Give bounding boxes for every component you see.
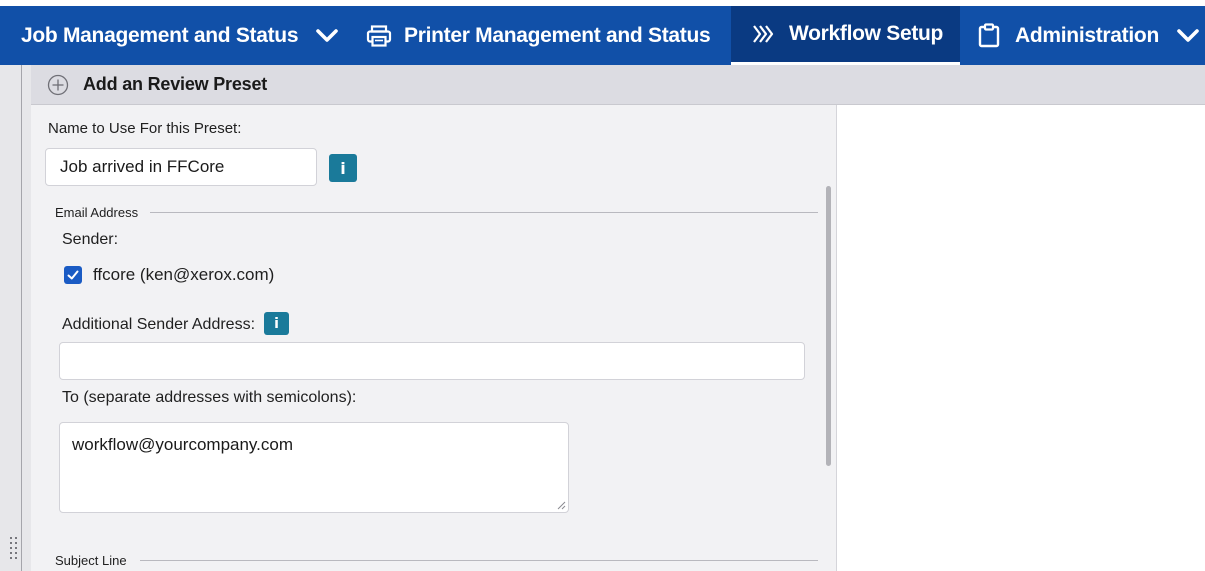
nav-administration[interactable]: Administration bbox=[960, 6, 1205, 65]
to-addresses-value: workflow@yourcompany.com bbox=[72, 435, 294, 454]
right-pane bbox=[837, 105, 1205, 571]
panel-header[interactable]: Add an Review Preset bbox=[31, 65, 1205, 105]
preset-name-label: Name to Use For this Preset: bbox=[48, 120, 242, 137]
chevron-down-icon bbox=[316, 28, 339, 42]
info-glyph: i bbox=[340, 158, 346, 178]
nav-workflow-setup-label: Workflow Setup bbox=[789, 22, 944, 45]
drag-handle-icon[interactable] bbox=[10, 537, 20, 563]
sender-checkbox[interactable] bbox=[64, 266, 82, 284]
nav-workflow-setup[interactable]: Workflow Setup bbox=[731, 6, 960, 65]
info-glyph: i bbox=[274, 315, 279, 332]
resize-handle-icon[interactable] bbox=[556, 500, 566, 510]
checkmark-icon bbox=[67, 270, 79, 280]
sender-label: Sender: bbox=[62, 231, 119, 248]
preset-name-input[interactable]: Job arrived in FFCore bbox=[45, 148, 317, 186]
preset-name-value: Job arrived in FFCore bbox=[60, 157, 225, 176]
email-section-legend: Email Address bbox=[55, 205, 139, 220]
info-icon[interactable]: i bbox=[264, 312, 289, 335]
nav-administration-label: Administration bbox=[1015, 23, 1159, 47]
additional-sender-label: Additional Sender Address: bbox=[62, 316, 256, 333]
gutter-divider bbox=[21, 65, 22, 571]
nav-job-management-label: Job Management and Status bbox=[21, 23, 299, 47]
plus-circle-icon[interactable] bbox=[47, 74, 69, 96]
info-icon[interactable]: i bbox=[329, 154, 357, 182]
subject-section-divider bbox=[140, 560, 818, 561]
panel-title: Add an Review Preset bbox=[83, 74, 268, 94]
subject-section-legend: Subject Line bbox=[55, 553, 127, 568]
form-scrollbar-thumb[interactable] bbox=[826, 186, 831, 466]
nav-printer-management-label: Printer Management and Status bbox=[404, 23, 711, 47]
left-gutter bbox=[0, 65, 31, 571]
printer-icon bbox=[366, 24, 392, 47]
to-addresses-textarea[interactable]: workflow@yourcompany.com bbox=[59, 422, 569, 513]
clipboard-icon bbox=[978, 22, 1000, 47]
top-navigation-bar: Job Management and Status Printer Manage… bbox=[0, 0, 1205, 65]
sender-option-label: ffcore (ken@xerox.com) bbox=[93, 265, 275, 284]
to-label: To (separate addresses with semicolons): bbox=[62, 389, 357, 406]
chevron-down-icon bbox=[1177, 28, 1199, 42]
workflow-chevrons-icon bbox=[753, 25, 774, 43]
email-section-divider bbox=[150, 212, 818, 213]
nav-job-management[interactable]: Job Management and Status bbox=[0, 6, 350, 65]
additional-sender-input[interactable] bbox=[59, 342, 805, 380]
nav-printer-management[interactable]: Printer Management and Status bbox=[350, 6, 731, 65]
